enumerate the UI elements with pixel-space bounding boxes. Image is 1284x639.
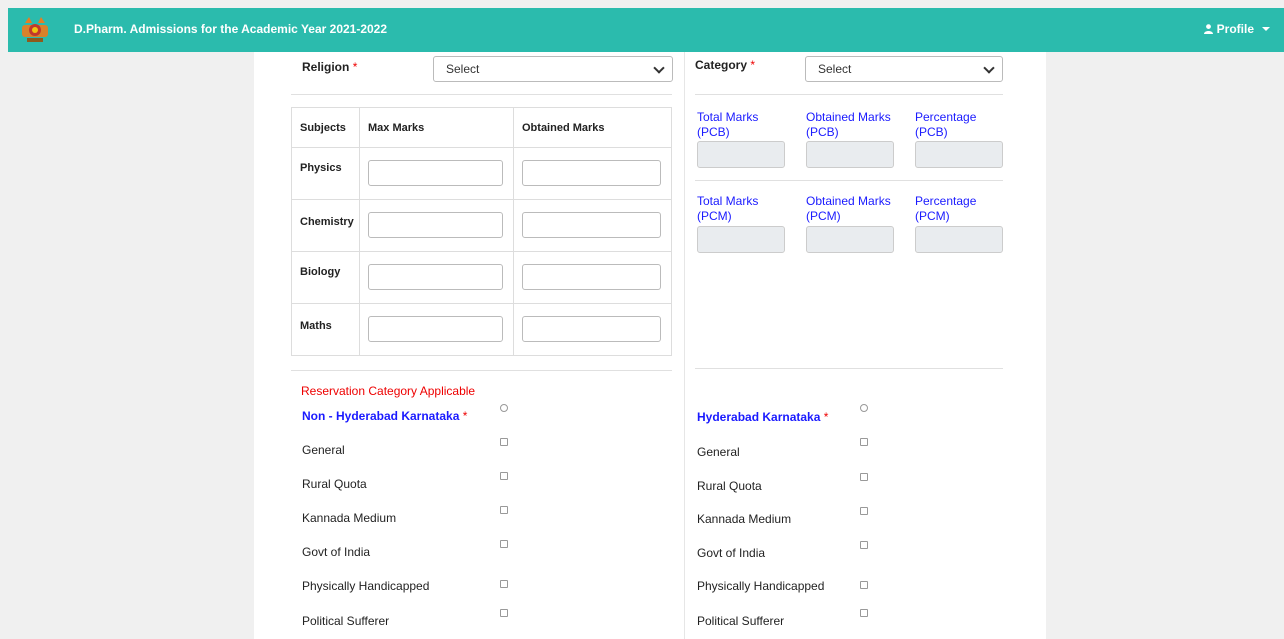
right-item-political-sufferer: Political Sufferer xyxy=(697,614,785,628)
right-physically-handicapped-checkbox[interactable] xyxy=(860,581,868,589)
obtained-marks-pcb-field xyxy=(806,141,894,168)
table-row: Biology xyxy=(291,251,672,304)
left-rural-quota-checkbox[interactable] xyxy=(500,472,508,480)
required-marker: * xyxy=(352,60,358,74)
right-political-sufferer-checkbox[interactable] xyxy=(860,609,868,617)
right-kannada-medium-checkbox[interactable] xyxy=(860,507,868,515)
left-kannada-medium-checkbox[interactable] xyxy=(500,506,508,514)
non-hyderabad-karnataka-label: Non - Hyderabad Karnataka * xyxy=(302,409,468,423)
left-item-govt-of-india: Govt of India xyxy=(302,545,371,559)
right-item-kannada-medium: Kannada Medium xyxy=(697,512,792,526)
column-divider xyxy=(684,52,685,639)
right-item-govt-of-india: Govt of India xyxy=(697,546,766,560)
marks-table: Subjects Max Marks Obtained Marks Physic… xyxy=(291,107,672,356)
reservation-heading: Reservation Category Applicable xyxy=(301,384,476,398)
karnataka-emblem-icon xyxy=(22,17,48,42)
total-marks-pcm-label: Total Marks (PCM) xyxy=(697,194,759,223)
maths-obtained-marks-input[interactable] xyxy=(522,316,661,342)
percentage-pcb-label: Percentage (PCB) xyxy=(915,110,977,139)
biology-max-marks-input[interactable] xyxy=(368,264,503,290)
divider xyxy=(695,180,1003,181)
hyderabad-karnataka-radio[interactable] xyxy=(860,404,868,412)
chemistry-obtained-marks-input[interactable] xyxy=(522,212,661,238)
category-select[interactable]: Select xyxy=(805,56,1003,82)
required-marker: * xyxy=(750,58,756,72)
left-general-checkbox[interactable] xyxy=(500,438,508,446)
chevron-down-icon xyxy=(983,62,995,74)
hyderabad-karnataka-label: Hyderabad Karnataka * xyxy=(697,410,829,424)
religion-select[interactable]: Select xyxy=(433,56,673,82)
physics-max-marks-input[interactable] xyxy=(368,160,503,186)
non-hyderabad-karnataka-radio[interactable] xyxy=(500,404,508,412)
right-govt-of-india-checkbox[interactable] xyxy=(860,541,868,549)
chevron-down-icon xyxy=(1262,27,1270,31)
user-icon xyxy=(1203,24,1213,34)
subject-cell: Maths xyxy=(291,303,360,356)
right-rural-quota-checkbox[interactable] xyxy=(860,473,868,481)
category-label: Category * xyxy=(695,58,756,72)
top-navbar: D.Pharm. Admissions for the Academic Yea… xyxy=(8,8,1284,52)
left-govt-of-india-checkbox[interactable] xyxy=(500,540,508,548)
left-item-physically-handicapped: Physically Handicapped xyxy=(302,579,430,593)
left-item-general: General xyxy=(302,443,345,457)
subject-cell: Physics xyxy=(291,147,360,200)
column-header: Max Marks xyxy=(359,107,514,148)
chemistry-max-marks-input[interactable] xyxy=(368,212,503,238)
total-marks-pcb-field xyxy=(697,141,785,168)
maths-max-marks-input[interactable] xyxy=(368,316,503,342)
right-item-rural-quota: Rural Quota xyxy=(697,479,762,493)
total-marks-pcb-label: Total Marks (PCB) xyxy=(697,110,759,139)
subject-cell: Biology xyxy=(291,251,360,304)
page-title: D.Pharm. Admissions for the Academic Yea… xyxy=(74,22,388,36)
admission-form-card: Religion * Select Category * Select Subj… xyxy=(254,52,1046,639)
divider xyxy=(695,368,1003,369)
left-item-rural-quota: Rural Quota xyxy=(302,477,367,491)
religion-label: Religion * xyxy=(302,60,358,74)
subject-cell: Chemistry xyxy=(291,199,360,252)
profile-label: Profile xyxy=(1216,22,1254,36)
divider xyxy=(291,94,672,95)
left-political-sufferer-checkbox[interactable] xyxy=(500,609,508,617)
left-item-kannada-medium: Kannada Medium xyxy=(302,511,397,525)
obtained-marks-pcm-label: Obtained Marks (PCM) xyxy=(806,194,891,223)
religion-select-value: Select xyxy=(446,62,480,76)
physics-obtained-marks-input[interactable] xyxy=(522,160,661,186)
table-header-row: Subjects Max Marks Obtained Marks xyxy=(291,107,672,148)
divider xyxy=(695,94,1003,95)
table-row: Maths xyxy=(291,303,672,356)
profile-menu-button[interactable]: Profile xyxy=(1203,22,1270,36)
column-header: Subjects xyxy=(291,107,360,148)
right-general-checkbox[interactable] xyxy=(860,438,868,446)
percentage-pcb-field xyxy=(915,141,1003,168)
total-marks-pcm-field xyxy=(697,226,785,253)
left-physically-handicapped-checkbox[interactable] xyxy=(500,580,508,588)
category-select-value: Select xyxy=(818,62,852,76)
obtained-marks-pcb-label: Obtained Marks (PCB) xyxy=(806,110,891,139)
divider xyxy=(291,370,672,371)
right-item-general: General xyxy=(697,445,740,459)
table-row: Physics xyxy=(291,147,672,200)
percentage-pcm-field xyxy=(915,226,1003,253)
table-row: Chemistry xyxy=(291,199,672,252)
right-item-physically-handicapped: Physically Handicapped xyxy=(697,579,825,593)
left-item-political-sufferer: Political Sufferer xyxy=(302,614,390,628)
chevron-down-icon xyxy=(653,62,665,74)
column-header: Obtained Marks xyxy=(513,107,672,148)
percentage-pcm-label: Percentage (PCM) xyxy=(915,194,977,223)
biology-obtained-marks-input[interactable] xyxy=(522,264,661,290)
obtained-marks-pcm-field xyxy=(806,226,894,253)
